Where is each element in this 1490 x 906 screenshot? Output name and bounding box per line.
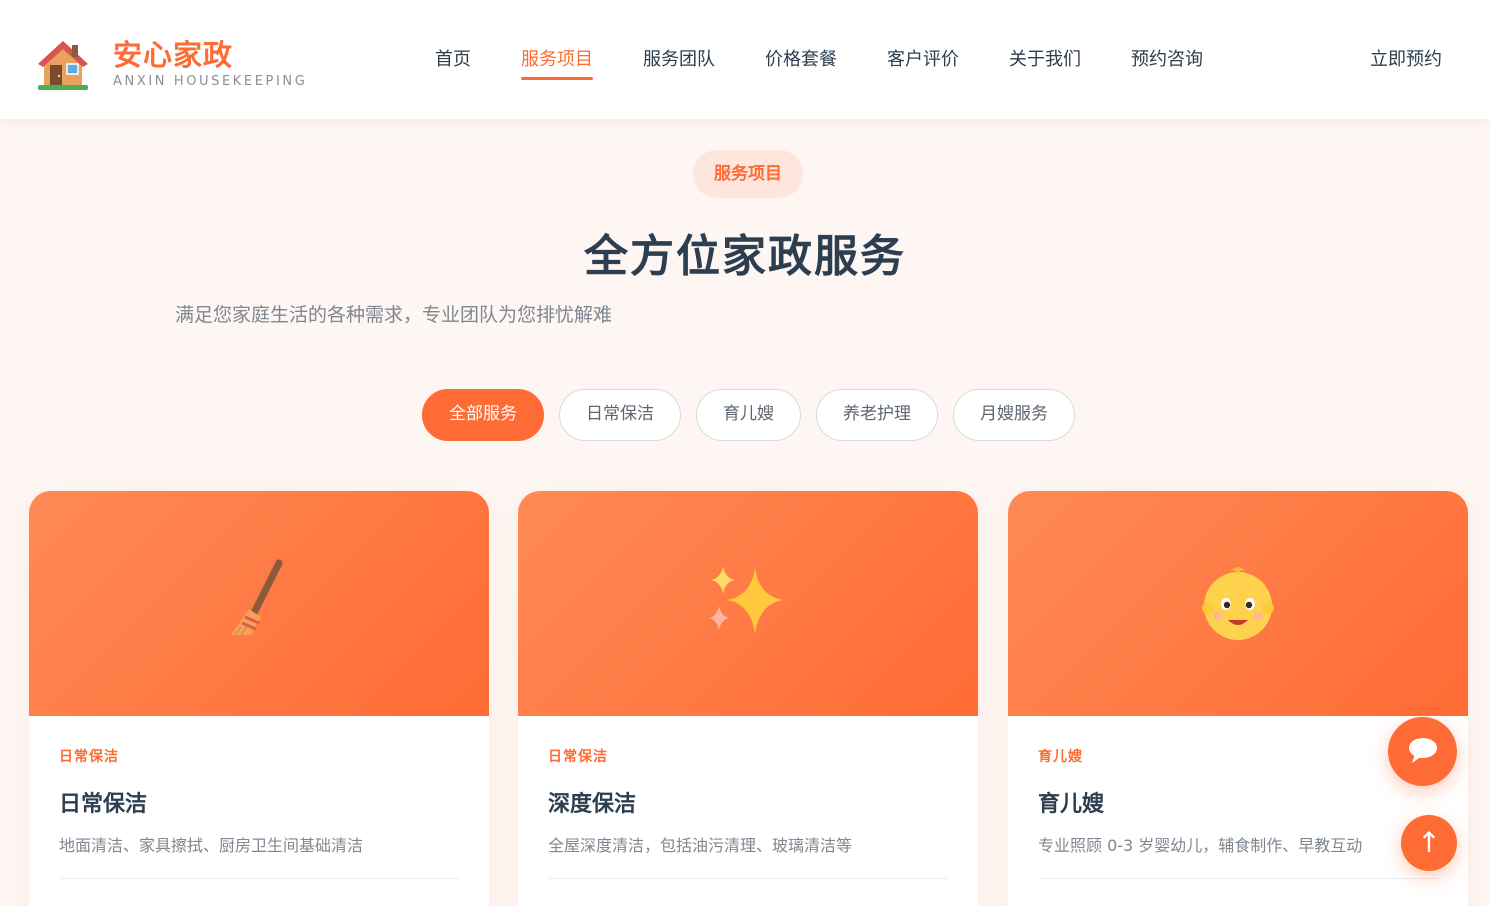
card-description: 全屋深度清洁，包括油污清理、玻璃清洁等 — [548, 836, 853, 855]
card-description: 地面清洁、家具擦拭、厨房卫生间基础清洁 — [59, 836, 364, 855]
card-title: 日常保洁 — [59, 792, 148, 817]
nav-item-pricing[interactable]: 价格套餐 — [765, 42, 837, 78]
brand-logo[interactable]: 安心家政 ANXIN HOUSEKEEPING — [36, 36, 326, 92]
chat-bubble-icon — [1407, 736, 1439, 768]
chat-button[interactable] — [1388, 717, 1457, 786]
house-icon — [36, 37, 90, 91]
brand-name: 安心家政 — [113, 37, 234, 72]
nav-item-reviews[interactable]: 客户评价 — [887, 42, 959, 78]
arrow-up-icon: ↑ — [1417, 826, 1441, 859]
service-filter-tabs: 全部服务 日常保洁 育儿嫂 养老护理 月嫂服务 — [422, 389, 1075, 441]
card-hero — [29, 491, 489, 716]
section-subtitle: 满足您家庭生活的各种需求，专业团队为您排忧解难 — [175, 304, 613, 326]
service-card-nanny[interactable]: 育儿嫂 育儿嫂 专业照顾 0-3 岁婴幼儿，辅食制作、早教互动 — [1008, 491, 1468, 906]
nav-item-consult[interactable]: 预约咨询 — [1131, 42, 1203, 78]
card-category: 育儿嫂 — [1038, 749, 1083, 765]
brand-subtitle: ANXIN HOUSEKEEPING — [113, 73, 308, 89]
card-category: 日常保洁 — [548, 749, 608, 765]
card-hero — [518, 491, 978, 716]
main-nav: 首页 服务项目 服务团队 价格套餐 客户评价 关于我们 预约咨询 — [410, 42, 1228, 82]
card-hero — [1008, 491, 1468, 716]
site-header: 安心家政 ANXIN HOUSEKEEPING 首页 服务项目 服务团队 价格套… — [0, 0, 1490, 119]
card-category: 日常保洁 — [59, 749, 119, 765]
service-card-daily-cleaning[interactable]: 日常保洁 日常保洁 地面清洁、家具擦拭、厨房卫生间基础清洁 — [29, 491, 489, 906]
filter-daily-cleaning[interactable]: 日常保洁 — [559, 389, 681, 441]
book-now-link[interactable]: 立即预约 — [1370, 42, 1442, 78]
nav-item-about[interactable]: 关于我们 — [1009, 42, 1081, 78]
card-title: 深度保洁 — [548, 792, 637, 817]
nav-item-team[interactable]: 服务团队 — [643, 42, 715, 78]
card-divider — [59, 878, 459, 879]
card-title: 育儿嫂 — [1038, 792, 1105, 817]
card-description: 专业照顾 0-3 岁婴幼儿，辅食制作、早教互动 — [1038, 836, 1363, 855]
nav-item-home[interactable]: 首页 — [435, 42, 471, 78]
filter-nanny[interactable]: 育儿嫂 — [696, 389, 801, 441]
card-divider — [548, 878, 948, 879]
nav-item-services[interactable]: 服务项目 — [521, 42, 593, 80]
section-title: 全方位家政服务 — [584, 231, 906, 282]
filter-maternity[interactable]: 月嫂服务 — [953, 389, 1075, 441]
baby-icon — [1198, 560, 1278, 648]
sparkles-icon — [703, 562, 793, 646]
card-divider — [1038, 878, 1438, 879]
section-tag: 服务项目 — [693, 150, 803, 198]
service-card-deep-cleaning[interactable]: 日常保洁 深度保洁 全屋深度清洁，包括油污清理、玻璃清洁等 — [518, 491, 978, 906]
broom-icon — [219, 557, 299, 651]
filter-all[interactable]: 全部服务 — [422, 389, 544, 441]
filter-elderly-care[interactable]: 养老护理 — [816, 389, 938, 441]
back-to-top-button[interactable]: ↑ — [1401, 815, 1457, 871]
